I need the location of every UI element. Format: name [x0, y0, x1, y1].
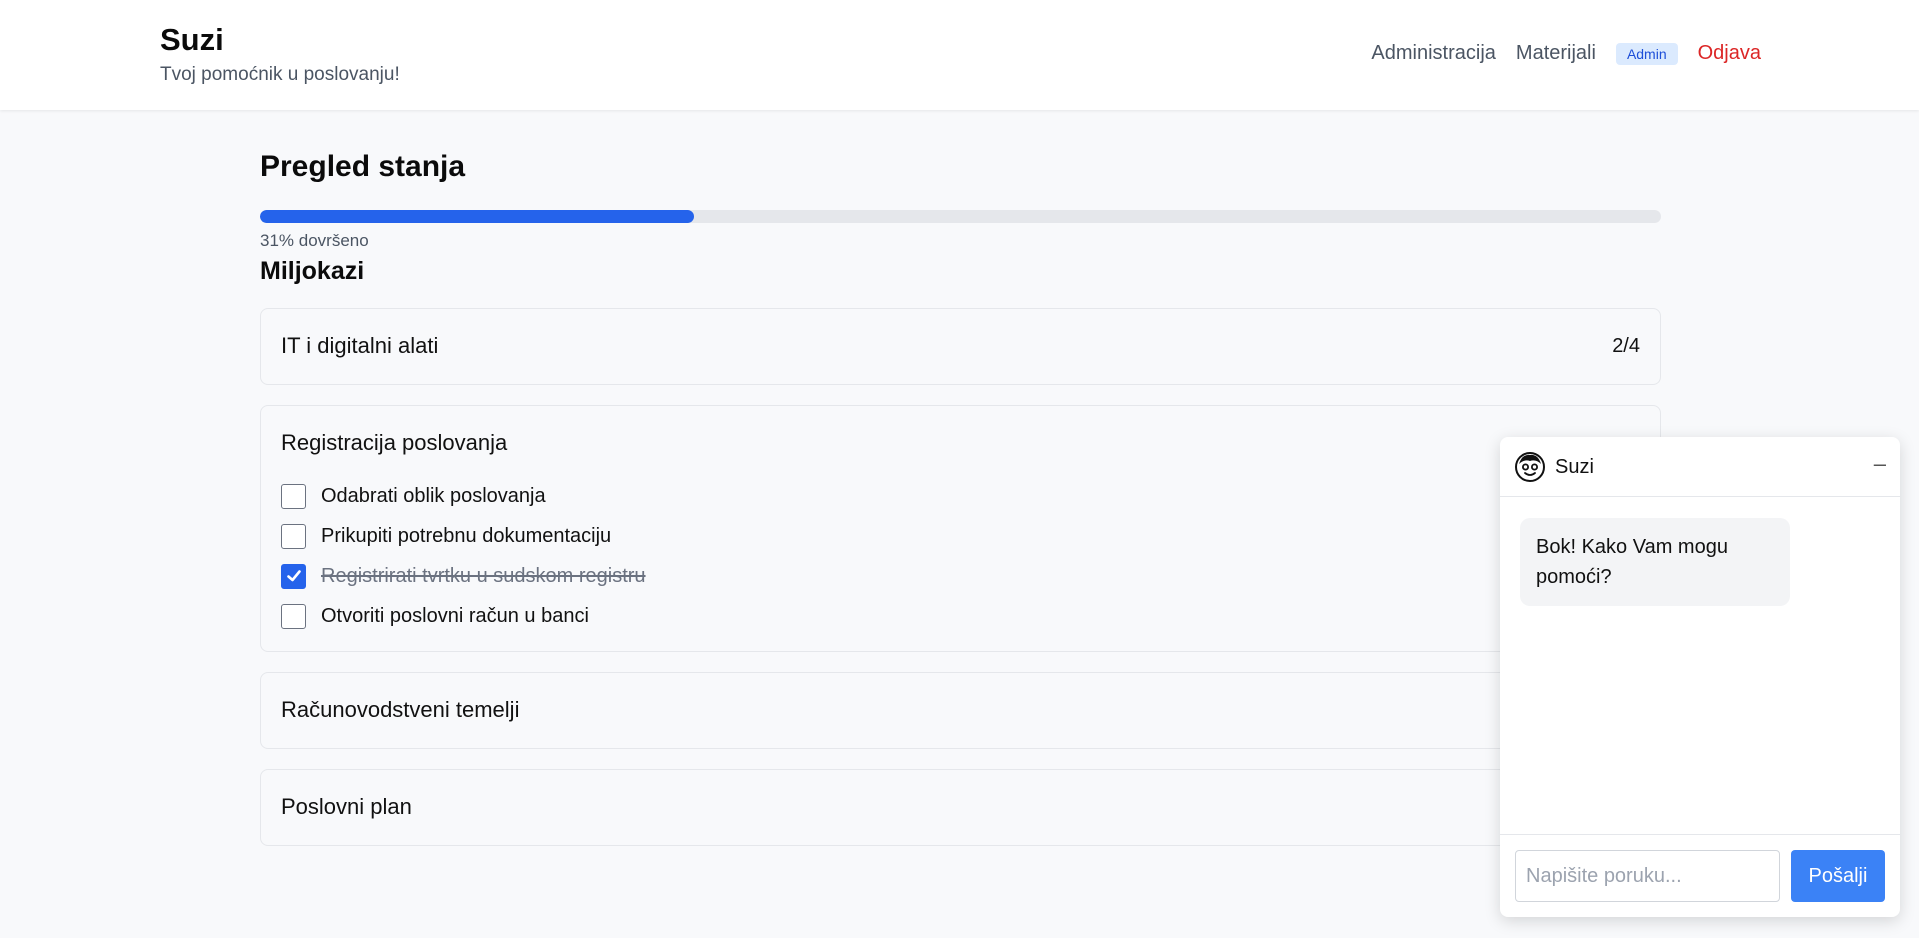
- milestone-title: IT i digitalni alati: [281, 333, 439, 358]
- admin-badge: Admin: [1615, 42, 1678, 65]
- task-item[interactable]: Registrirati tvrtku u sudskom registru: [281, 562, 646, 590]
- page-title: Pregled stanja: [260, 150, 466, 183]
- task-checkbox[interactable]: [281, 483, 306, 509]
- task-label: Odabrati oblik poslovanja: [321, 484, 546, 507]
- milestone-title: Poslovni plan: [281, 794, 412, 819]
- task-label: Registrirati tvrtku u sudskom registru: [321, 564, 646, 587]
- milestone-title: Registracija poslovanja: [281, 430, 508, 455]
- milestone-card-business-plan[interactable]: Poslovni plan: [260, 769, 1661, 846]
- chat-title: Suzi: [1555, 456, 1594, 478]
- bot-avatar-icon: [1515, 452, 1545, 482]
- main-nav: Administracija Materijali Admin Odjava: [1371, 42, 1761, 65]
- top-bar: Suzi Tvoj pomoćnik u poslovanju! Adminis…: [0, 0, 1919, 110]
- nav-materials-link[interactable]: Materijali: [1516, 42, 1596, 65]
- progress-label: 31% dovršeno: [260, 231, 369, 250]
- chat-message-input[interactable]: [1515, 850, 1780, 902]
- task-checkbox[interactable]: [281, 603, 306, 629]
- chat-widget: Suzi – Bok! Kako Vam mogu pomoći? Pošalj…: [1500, 437, 1900, 917]
- minimize-icon[interactable]: –: [1874, 451, 1886, 477]
- task-label: Prikupiti potrebnu dokumentaciju: [321, 524, 612, 547]
- main-content: Pregled stanja 31% dovršeno Miljokazi: [260, 150, 1661, 286]
- milestone-card-registration[interactable]: Registracija poslovanja Odabrati oblik p…: [260, 405, 1661, 652]
- milestones-title: Miljokazi: [260, 257, 365, 285]
- checkmark-icon: [286, 570, 301, 582]
- nav-administration-link[interactable]: Administracija: [1371, 42, 1495, 65]
- milestone-count: 2/4: [1612, 335, 1640, 357]
- chat-footer: Pošalji: [1500, 834, 1900, 917]
- brand-subtitle: Tvoj pomoćnik u poslovanju!: [160, 64, 400, 85]
- milestone-card-it-tools[interactable]: IT i digitalni alati 2/4: [260, 308, 1661, 385]
- task-checkbox[interactable]: [281, 523, 306, 549]
- task-item[interactable]: Odabrati oblik poslovanja: [281, 482, 546, 510]
- task-checkbox-checked[interactable]: [281, 563, 306, 589]
- send-button[interactable]: Pošalji: [1791, 850, 1885, 902]
- milestone-card-accounting[interactable]: Računovodstveni temelji: [260, 672, 1661, 749]
- chat-message-bot: Bok! Kako Vam mogu pomoći?: [1520, 518, 1790, 606]
- chat-header: Suzi –: [1500, 437, 1900, 497]
- task-item[interactable]: Prikupiti potrebnu dokumentaciju: [281, 522, 611, 550]
- milestone-title: Računovodstveni temelji: [281, 697, 520, 722]
- progress-bar: [260, 210, 1661, 223]
- progress-bar-fill: [260, 210, 695, 223]
- brand-title: Suzi: [160, 22, 224, 57]
- task-label: Otvoriti poslovni račun u banci: [321, 604, 589, 627]
- task-item[interactable]: Otvoriti poslovni račun u banci: [281, 602, 589, 630]
- logout-link[interactable]: Odjava: [1698, 42, 1761, 65]
